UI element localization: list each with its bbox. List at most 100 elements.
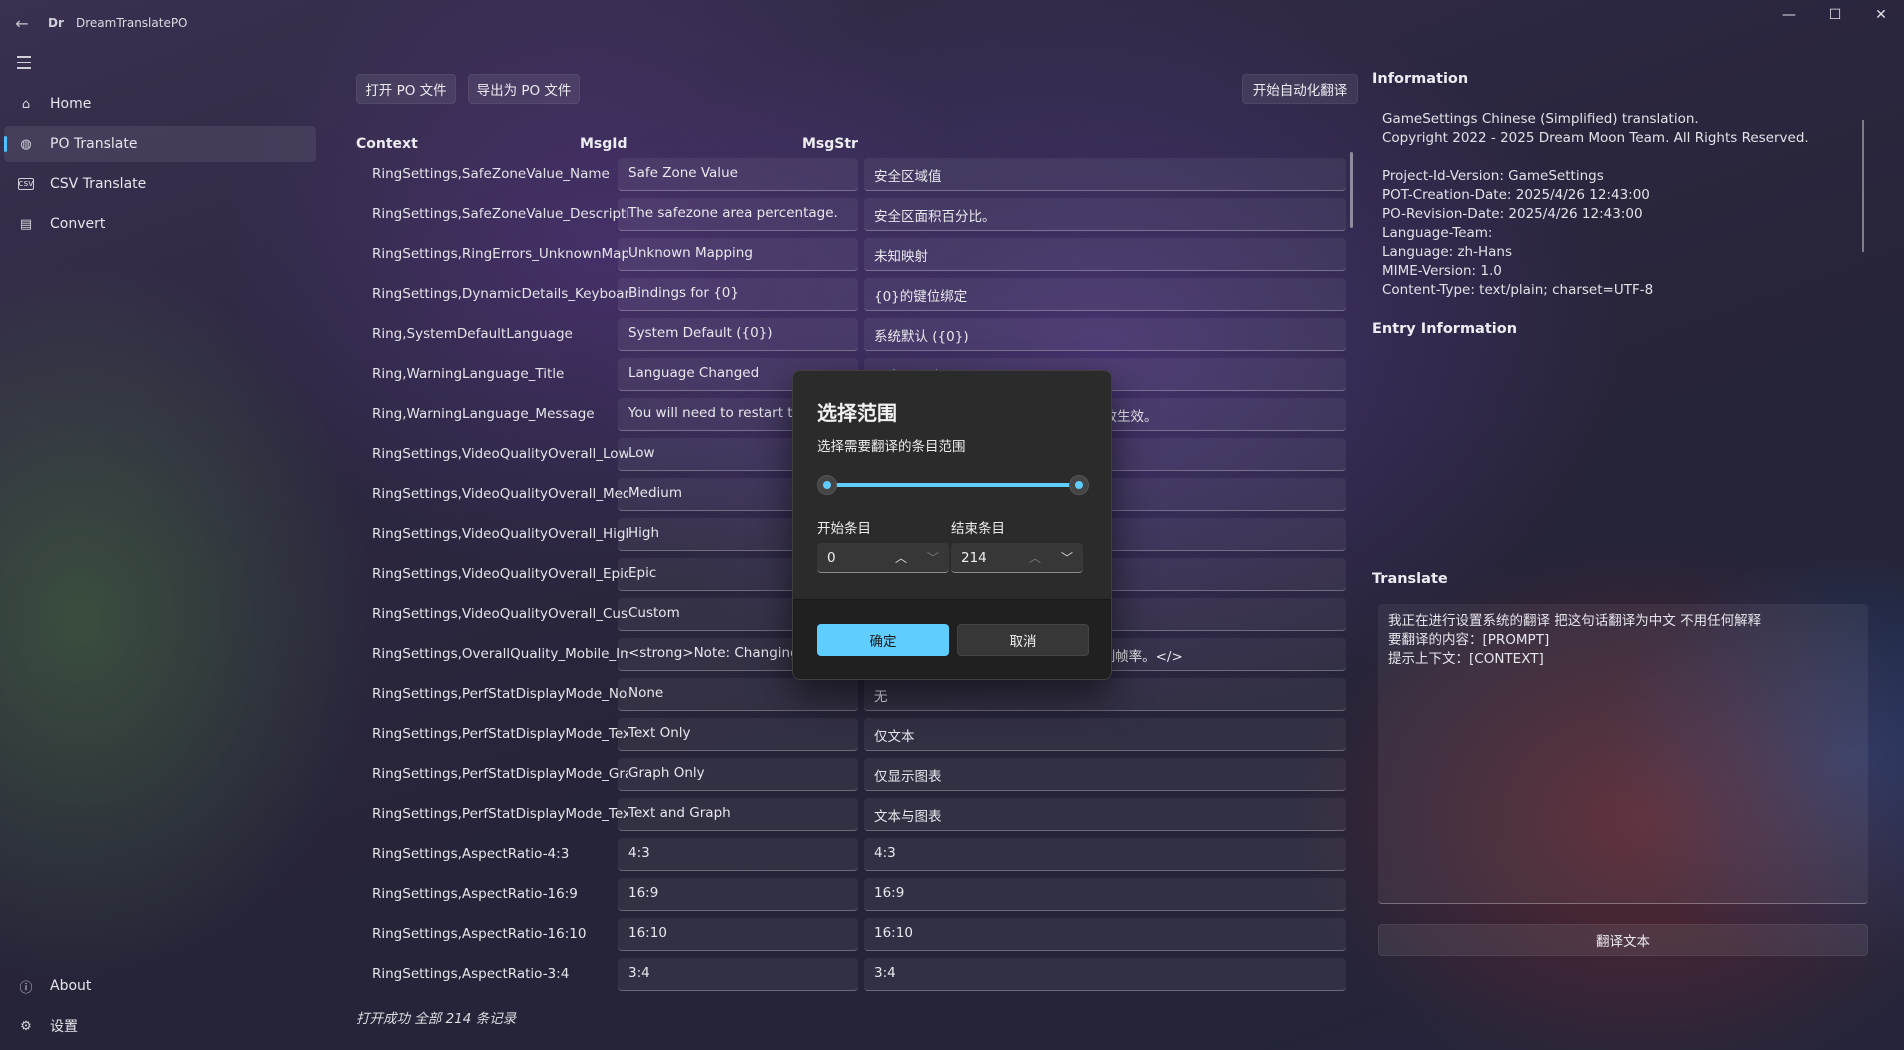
confirm-button[interactable]: 确定 — [817, 624, 949, 656]
sidebar-item-about[interactable]: ⓘ About — [4, 968, 316, 1004]
export-po-button[interactable]: 导出为 PO 文件 — [468, 74, 580, 104]
globe-icon: ◍ — [20, 136, 32, 152]
information-scrollbar[interactable] — [1862, 120, 1864, 252]
msgstr-field[interactable]: 3:4 — [864, 958, 1346, 991]
range-slider-track[interactable] — [827, 483, 1079, 487]
context-cell: RingSettings,SafeZoneValue_Description — [372, 206, 628, 222]
chevron-down-icon[interactable]: ﹀ — [1051, 544, 1083, 572]
chevron-up-icon[interactable]: ︿ — [1019, 544, 1051, 572]
msgid-field[interactable]: System Default ({0}) — [618, 318, 858, 351]
dialog-body: 选择范围 选择需要翻译的条目范围 开始条目 结束条目 0 ︿ ﹀ 214 ︿ ﹀ — [793, 371, 1111, 599]
chevron-down-icon[interactable]: ﹀ — [917, 544, 949, 572]
msgid-field[interactable]: Text Only — [618, 718, 858, 751]
msgid-field[interactable]: 4:3 — [618, 838, 858, 871]
table-row[interactable]: Ring,SystemDefaultLanguage System Default… — [356, 318, 1346, 352]
table-row[interactable]: RingSettings,DynamicDetails_KeyboardBind… — [356, 278, 1346, 312]
table-row[interactable]: RingSettings,AspectRatio-16:10 16:10 16:10 — [356, 918, 1346, 952]
table-row[interactable]: RingSettings,AspectRatio-4:3 4:3 4:3 — [356, 838, 1346, 872]
csv-icon: csv — [18, 178, 34, 190]
context-cell: RingSettings,VideoQualityOverall_Epic — [372, 566, 628, 582]
msgid-field[interactable]: The safezone area percentage. — [618, 198, 858, 231]
msgstr-field[interactable]: 安全区面积百分比。 — [864, 198, 1346, 231]
msgstr-field[interactable]: 文本与图表 — [864, 798, 1346, 831]
hamburger-menu-icon[interactable] — [12, 52, 38, 76]
table-row[interactable]: RingSettings,AspectRatio-3:4 3:4 3:4 — [356, 958, 1346, 992]
home-icon: ⌂ — [21, 96, 31, 112]
msgid-field[interactable]: 16:10 — [618, 918, 858, 951]
msgstr-field[interactable]: 未知映射 — [864, 238, 1346, 271]
msgstr-field[interactable]: 仅显示图表 — [864, 758, 1346, 791]
column-header-msgid: MsgId — [580, 136, 628, 152]
range-slider-start-thumb[interactable] — [817, 475, 837, 495]
table-row[interactable]: RingSettings,PerfStatDisplayMode_TextOnl… — [356, 718, 1346, 752]
sidebar-item-po-translate[interactable]: ◍ PO Translate — [4, 126, 316, 162]
context-cell: RingSettings,PerfStatDisplayMode_GraphOn… — [372, 766, 628, 782]
msgid-field[interactable]: Safe Zone Value — [618, 158, 858, 191]
table-row[interactable]: RingSettings,AspectRatio-16:9 16:9 16:9 — [356, 878, 1346, 912]
dialog-title: 选择范围 — [817, 401, 897, 425]
auto-translate-button[interactable]: 开始自动化翻译 — [1242, 74, 1358, 104]
sidebar-item-convert[interactable]: ▤ Convert — [4, 206, 316, 242]
column-header-context: Context — [356, 136, 418, 152]
table-row[interactable]: RingSettings,RingErrors_UnknownMappingUn… — [356, 238, 1346, 272]
cancel-button[interactable]: 取消 — [957, 624, 1089, 656]
context-cell: Ring,SystemDefaultLanguage — [372, 326, 573, 342]
back-arrow-icon[interactable]: ← — [10, 12, 34, 36]
context-cell: RingSettings,AspectRatio-16:10 — [372, 926, 587, 942]
msgstr-field[interactable]: 仅文本 — [864, 718, 1346, 751]
msgid-field[interactable]: Unknown Mapping — [618, 238, 858, 271]
context-cell: RingSettings,AspectRatio-16:9 — [372, 886, 578, 902]
title-bar: ← Dr DreamTranslatePO — ☐ ✕ — [0, 0, 1904, 48]
translate-text-button[interactable]: 翻译文本 — [1378, 924, 1868, 956]
table-scrollbar[interactable] — [1350, 152, 1353, 228]
sidebar-item-csv-translate[interactable]: csv CSV Translate — [4, 166, 316, 202]
select-range-dialog: 选择范围 选择需要翻译的条目范围 开始条目 结束条目 0 ︿ ﹀ 214 ︿ ﹀… — [792, 370, 1112, 680]
context-cell: RingSettings,DynamicDetails_KeyboardBind… — [372, 286, 628, 302]
app-title: DreamTranslatePO — [76, 16, 188, 30]
open-po-button[interactable]: 打开 PO 文件 — [356, 74, 456, 104]
msgid-field[interactable]: Graph Only — [618, 758, 858, 791]
start-entry-stepper[interactable]: 0 ︿ ﹀ — [817, 543, 949, 573]
table-row[interactable]: RingSettings,PerfStatDisplayMode_TextAnd… — [356, 798, 1346, 832]
context-cell: RingSettings,AspectRatio-4:3 — [372, 846, 570, 862]
msgstr-field[interactable]: 4:3 — [864, 838, 1346, 871]
context-cell: RingSettings,VideoQualityOverall_High — [372, 526, 628, 542]
sidebar-item-home[interactable]: ⌂ Home — [4, 86, 316, 122]
range-slider-end-thumb[interactable] — [1069, 475, 1089, 495]
book-icon: ▤ — [19, 216, 33, 232]
close-button[interactable]: ✕ — [1858, 0, 1904, 32]
chevron-up-icon[interactable]: ︿ — [885, 544, 917, 572]
table-row[interactable]: RingSettings,PerfStatDisplayMode_GraphOn… — [356, 758, 1346, 792]
msgid-field[interactable]: 3:4 — [618, 958, 858, 991]
minimize-button[interactable]: — — [1766, 0, 1812, 32]
translate-prompt-input[interactable]: 我正在进行设置系统的翻译 把这句话翻译为中文 不用任何解释 要翻译的内容：[PR… — [1378, 604, 1868, 904]
msgstr-field[interactable]: 安全区域值 — [864, 158, 1346, 191]
sidebar-item-label: 设置 — [50, 1019, 78, 1035]
msgstr-field[interactable]: 无 — [864, 678, 1346, 711]
table-row[interactable]: RingSettings,SafeZoneValue_Description Th… — [356, 198, 1346, 232]
end-entry-stepper[interactable]: 214 ︿ ﹀ — [951, 543, 1083, 573]
app-logo-icon: Dr — [48, 16, 64, 30]
sidebar-item-settings[interactable]: ⚙ 设置 — [4, 1008, 316, 1044]
msgid-field[interactable]: Bindings for {0} — [618, 278, 858, 311]
table-row[interactable]: RingSettings,SafeZoneValue_Name Safe Zone… — [356, 158, 1346, 192]
msgid-field[interactable]: None — [618, 678, 858, 711]
end-entry-value[interactable]: 214 — [951, 550, 1019, 566]
context-cell: RingSettings,SafeZoneValue_Name — [372, 166, 610, 182]
context-cell: RingSettings,PerfStatDisplayMode_TextAnd… — [372, 806, 628, 822]
msgstr-field[interactable]: {0}的键位绑定 — [864, 278, 1346, 311]
sidebar-item-label: CSV Translate — [50, 176, 147, 192]
msgstr-field[interactable]: 16:10 — [864, 918, 1346, 951]
information-title: Information — [1372, 71, 1469, 87]
info-icon: ⓘ — [19, 980, 33, 996]
msgstr-field[interactable]: 系统默认 ({0}) — [864, 318, 1346, 351]
sidebar-item-label: About — [50, 978, 92, 994]
sidebar-item-label: Convert — [50, 216, 106, 232]
msgid-field[interactable]: Text and Graph — [618, 798, 858, 831]
start-entry-value[interactable]: 0 — [817, 550, 885, 566]
maximize-button[interactable]: ☐ — [1812, 0, 1858, 32]
msgid-field[interactable]: 16:9 — [618, 878, 858, 911]
context-cell: Ring,WarningLanguage_Title — [372, 366, 565, 382]
msgstr-field[interactable]: 16:9 — [864, 878, 1346, 911]
table-row[interactable]: RingSettings,PerfStatDisplayMode_None Non… — [356, 678, 1346, 712]
